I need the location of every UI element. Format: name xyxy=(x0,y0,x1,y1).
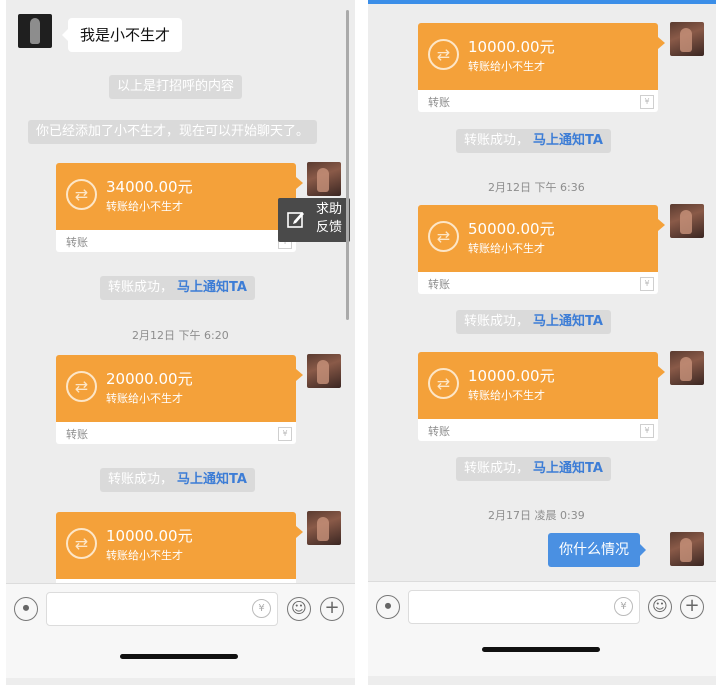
success-text: 转账成功， xyxy=(464,314,530,329)
transfer-label: 转账 xyxy=(66,236,88,249)
plus-icon[interactable]: + xyxy=(320,597,344,621)
scrollbar[interactable] xyxy=(346,10,349,320)
transfer-card-body: ⇄ 34000.00元 转账给小不生才 xyxy=(56,163,303,230)
my-avatar[interactable] xyxy=(670,22,704,56)
system-message-greeting: 以上是打招呼的内容 xyxy=(109,75,243,99)
exchange-icon: ⇄ xyxy=(66,528,97,559)
transfer-amount: 10000.00元 xyxy=(468,367,555,385)
timestamp: 2月12日 下午 6:20 xyxy=(132,329,229,342)
transfer-recipient: 转账给小不生才 xyxy=(468,242,545,255)
transfer-card-footer: 转账 ¥ xyxy=(56,422,296,444)
my-avatar[interactable] xyxy=(307,354,341,388)
transfer-label: 转账 xyxy=(66,428,88,441)
plus-icon[interactable]: + xyxy=(680,595,704,619)
exchange-icon: ⇄ xyxy=(66,371,97,402)
transfer-label: 转账 xyxy=(428,278,450,291)
system-message-added: 你已经添加了小不生才，现在可以开始聊天了。 xyxy=(28,120,318,144)
success-text: 转账成功， xyxy=(108,280,174,295)
transfer-card-body: ⇄ 20000.00元 转账给小不生才 xyxy=(56,355,303,422)
transfer-card-footer: 转账 ¥ xyxy=(418,90,658,112)
transfer-success-notice: 转账成功， 马上通知TA xyxy=(456,129,611,153)
exchange-icon: ⇄ xyxy=(428,39,459,70)
transfer-label: 转账 xyxy=(428,96,450,109)
transfer-card[interactable]: ⇄ 10000.00元 转账给小不生才 转账 ¥ xyxy=(418,352,665,441)
input-bar: ⏺ ¥ ☺ + xyxy=(6,583,355,678)
transfer-card-body: ⇄ 10000.00元 转账给小不生才 xyxy=(418,352,665,419)
transfer-amount: 50000.00元 xyxy=(468,220,555,238)
transfer-label: 转账 xyxy=(428,425,450,438)
home-indicator xyxy=(482,647,600,652)
success-text: 转账成功， xyxy=(108,472,174,487)
feedback-icon xyxy=(287,212,304,228)
right-chat-screen: ⇄ 10000.00元 转账给小不生才 转账 ¥ 转账成功， 马上通知TA 2月1… xyxy=(368,0,716,685)
exchange-icon: ⇄ xyxy=(66,179,97,210)
notify-link[interactable]: 马上通知TA xyxy=(177,280,247,295)
yen-icon[interactable]: ¥ xyxy=(252,599,271,618)
notify-link[interactable]: 马上通知TA xyxy=(533,133,603,148)
transfer-amount: 10000.00元 xyxy=(106,527,193,545)
transfer-card[interactable]: ⇄ 34000.00元 转账给小不生才 转账 ¥ xyxy=(56,163,303,252)
contact-avatar[interactable] xyxy=(18,14,52,48)
transfer-success-notice: 转账成功， 马上通知TA xyxy=(100,468,255,492)
exchange-icon: ⇄ xyxy=(428,221,459,252)
help-label-line1: 求助 xyxy=(316,202,343,217)
transfer-card[interactable]: ⇄ 20000.00元 转账给小不生才 转账 ¥ xyxy=(56,355,303,444)
panel-divider xyxy=(359,0,363,685)
transfer-recipient: 转账给小不生才 xyxy=(106,549,183,562)
success-text: 转账成功， xyxy=(464,461,530,476)
transfer-card[interactable]: ⇄ 50000.00元 转账给小不生才 转账 ¥ xyxy=(418,205,665,294)
home-indicator xyxy=(120,654,238,659)
wallet-logo-icon: ¥ xyxy=(640,277,654,291)
transfer-recipient: 转账给小不生才 xyxy=(468,389,545,402)
timestamp: 2月12日 下午 6:36 xyxy=(488,181,585,194)
message-input[interactable]: ¥ xyxy=(46,592,278,626)
transfer-recipient: 转账给小不生才 xyxy=(106,392,183,405)
my-avatar[interactable] xyxy=(307,511,341,545)
smiley-icon[interactable]: ☺ xyxy=(287,597,311,621)
yen-icon[interactable]: ¥ xyxy=(614,597,633,616)
transfer-card-body: ⇄ 10000.00元 转账给小不生才 xyxy=(56,512,303,579)
transfer-success-notice: 转账成功， 马上通知TA xyxy=(456,310,611,334)
transfer-card-footer: 转账 ¥ xyxy=(418,419,658,441)
microphone-icon[interactable]: ⏺ xyxy=(14,597,38,621)
success-text: 转账成功， xyxy=(464,133,530,148)
transfer-card-body: ⇄ 10000.00元 转账给小不生才 xyxy=(418,23,665,90)
transfer-card-body: ⇄ 50000.00元 转账给小不生才 xyxy=(418,205,665,272)
input-bar: ⏺ ¥ ☺ + xyxy=(368,581,716,676)
transfer-recipient: 转账给小不生才 xyxy=(106,200,183,213)
help-label-line2: 反馈 xyxy=(316,220,343,235)
wallet-logo-icon: ¥ xyxy=(640,95,654,109)
notify-link[interactable]: 马上通知TA xyxy=(533,461,603,476)
smiley-icon[interactable]: ☺ xyxy=(648,595,672,619)
transfer-card-footer: 转账 ¥ xyxy=(56,230,296,252)
microphone-icon[interactable]: ⏺ xyxy=(376,595,400,619)
transfer-card[interactable]: ⇄ 10000.00元 转账给小不生才 转账 ¥ xyxy=(418,23,665,112)
exchange-icon: ⇄ xyxy=(428,368,459,399)
transfer-success-notice: 转账成功， 马上通知TA xyxy=(456,457,611,481)
help-feedback-button[interactable]: 求助 反馈 xyxy=(278,198,350,242)
transfer-card-footer: 转账 ¥ xyxy=(418,272,658,294)
transfer-amount: 10000.00元 xyxy=(468,38,555,56)
wallet-logo-icon: ¥ xyxy=(640,424,654,438)
left-chat-screen: 我是小不生才 以上是打招呼的内容 你已经添加了小不生才，现在可以开始聊天了。 ⇄… xyxy=(6,0,355,685)
message-input[interactable]: ¥ xyxy=(408,590,640,624)
notify-link[interactable]: 马上通知TA xyxy=(177,472,247,487)
my-avatar[interactable] xyxy=(670,204,704,238)
my-avatar[interactable] xyxy=(307,162,341,196)
transfer-amount: 20000.00元 xyxy=(106,370,193,388)
my-avatar[interactable] xyxy=(670,351,704,385)
transfer-success-notice: 转账成功， 马上通知TA xyxy=(100,276,255,300)
transfer-recipient: 转账给小不生才 xyxy=(468,60,545,73)
my-avatar[interactable] xyxy=(670,532,704,566)
wallet-logo-icon: ¥ xyxy=(278,427,292,441)
outgoing-message-bubble[interactable]: 你什么情况 xyxy=(548,533,646,567)
notify-link[interactable]: 马上通知TA xyxy=(533,314,603,329)
timestamp: 2月17日 凌晨 0:39 xyxy=(488,509,585,522)
transfer-amount: 34000.00元 xyxy=(106,178,193,196)
top-accent-line xyxy=(368,0,716,4)
greeting-message-bubble[interactable]: 我是小不生才 xyxy=(61,18,183,52)
